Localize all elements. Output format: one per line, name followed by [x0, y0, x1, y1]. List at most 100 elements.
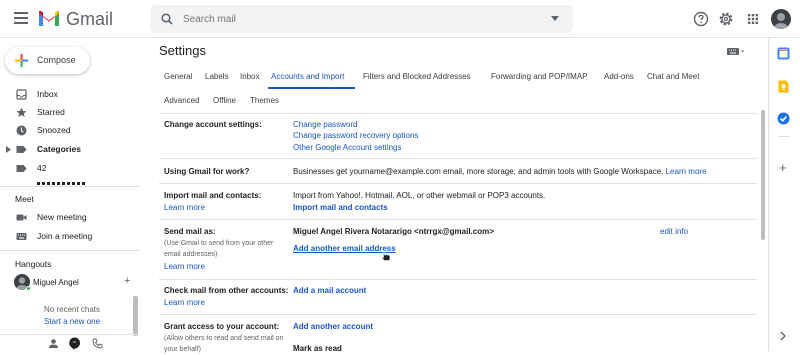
send-as-sub2: email addresses)	[164, 251, 218, 258]
send-as-label: Send mail as:	[164, 227, 216, 236]
tab-advanced[interactable]: Advanced	[164, 96, 200, 105]
settings-gear-icon[interactable]	[717, 10, 735, 28]
nav-divider	[0, 334, 140, 335]
add-mail-account-link[interactable]: Add a mail account	[293, 286, 366, 295]
hangouts-chat-icon[interactable]: "	[68, 337, 81, 350]
add-chat-icon[interactable]: +	[124, 275, 130, 287]
hangouts-user-name[interactable]: Miguel Angel	[33, 278, 79, 287]
clock-icon	[16, 125, 27, 136]
help-icon[interactable]	[692, 10, 710, 28]
tab-general[interactable]: General	[164, 72, 192, 81]
change-recovery-link[interactable]: Change password recovery options	[293, 131, 418, 140]
sidebar-item-starred[interactable]: Starred	[0, 103, 140, 121]
import-learn-more-link[interactable]: Learn more	[164, 203, 205, 212]
tab-themes[interactable]: Themes	[250, 96, 279, 105]
row-divider	[159, 314, 757, 315]
calendar-icon[interactable]	[777, 47, 790, 60]
main-scrollbar-thumb[interactable]	[761, 110, 765, 240]
row-divider	[159, 183, 757, 184]
add-addon-icon[interactable]: +	[779, 160, 787, 175]
main-menu-icon[interactable]	[14, 12, 28, 24]
tab-add-ons[interactable]: Add-ons	[604, 72, 634, 81]
input-tools-icon[interactable]	[727, 48, 745, 55]
sidebar-item-label: Starred	[37, 107, 65, 117]
hangouts-section-title: Hangouts	[15, 259, 52, 269]
apps-grid-icon[interactable]	[744, 10, 762, 28]
tab-accounts-and-import[interactable]: Accounts and Import	[271, 72, 344, 81]
sidebar-item-label: 42	[37, 163, 47, 173]
keep-icon[interactable]	[777, 80, 790, 93]
tasks-icon[interactable]	[777, 112, 790, 125]
tab-inbox[interactable]: Inbox	[240, 72, 260, 81]
sidebar-item-42[interactable]: 42	[0, 159, 140, 177]
tab-labels[interactable]: Labels	[205, 72, 229, 81]
row-divider	[159, 219, 757, 220]
no-chats-text: No recent chats	[44, 305, 101, 314]
gmail-logo-icon[interactable]	[38, 10, 60, 27]
sidebar-item-categories[interactable]: Categories	[0, 140, 140, 158]
join-meeting-item[interactable]: Join a meeting	[0, 227, 140, 245]
add-another-account-link[interactable]: Add another account	[293, 322, 373, 331]
compose-plus-icon	[15, 54, 28, 67]
tab-filters[interactable]: Filters and Blocked Addresses	[363, 72, 471, 81]
sidebar-item-label: Categories	[37, 144, 81, 154]
app-name[interactable]: Gmail	[66, 9, 113, 30]
online-status-dot	[26, 286, 31, 291]
search-icon[interactable]	[161, 13, 173, 25]
join-meeting-label: Join a meeting	[37, 231, 93, 241]
expand-arrow-icon[interactable]	[6, 146, 11, 153]
hand-cursor-icon	[381, 250, 391, 261]
start-new-chat-link[interactable]: Start a new one	[44, 317, 100, 326]
inbox-icon	[16, 89, 27, 100]
import-label: Import mail and contacts:	[164, 191, 262, 200]
page-title: Settings	[159, 43, 206, 58]
keyboard-icon	[16, 233, 27, 240]
account-avatar[interactable]	[771, 9, 791, 29]
work-label: Using Gmail for work?	[164, 167, 250, 176]
mark-as-read-option[interactable]: Mark as read	[293, 344, 342, 353]
sidebar-item-inbox[interactable]: Inbox	[0, 85, 140, 103]
grant-access-sub1: (Allow others to read and send mail on	[164, 335, 284, 342]
expand-panel-icon[interactable]	[779, 331, 787, 341]
import-description: Import from Yahoo!, Hotmail, AOL, or oth…	[293, 191, 546, 200]
sidebar-item-label: Inbox	[37, 89, 58, 99]
label-icon	[16, 146, 27, 153]
other-account-settings-link[interactable]: Other Google Account settings	[293, 143, 402, 152]
sidebar-item-label: Snoozed	[37, 125, 71, 135]
send-as-learn-more-link[interactable]: Learn more	[164, 262, 205, 271]
new-meeting-label: New meeting	[37, 212, 87, 222]
tab-chat-and-meet[interactable]: Chat and Meet	[647, 72, 699, 81]
contacts-icon[interactable]	[48, 338, 59, 349]
row-divider	[159, 158, 757, 159]
work-learn-more-link[interactable]: Learn more	[666, 167, 707, 176]
tab-offline[interactable]: Offline	[213, 96, 236, 105]
nav-divider	[0, 186, 140, 187]
check-mail-learn-more-link[interactable]: Learn more	[164, 298, 205, 307]
label-icon	[16, 165, 27, 172]
search-bar[interactable]	[150, 5, 573, 33]
tab-forwarding[interactable]: Forwarding and POP/IMAP	[491, 72, 587, 81]
meet-section-title: Meet	[15, 194, 34, 204]
compose-button[interactable]: Compose	[5, 47, 90, 74]
top-bar: Gmail	[0, 0, 800, 38]
work-text: Businesses get yourname@example.com emai…	[293, 167, 707, 176]
search-input[interactable]	[183, 10, 533, 28]
grant-access-sub2: your behalf)	[164, 346, 201, 353]
svg-text:": "	[73, 340, 76, 348]
left-scrollbar[interactable]	[133, 296, 138, 336]
clipped-nav-item	[37, 182, 87, 185]
active-tab-indicator	[268, 87, 355, 89]
send-as-sub1: (Use Gmail to send from your other	[164, 240, 274, 247]
change-password-link[interactable]: Change password	[293, 120, 357, 129]
rail-divider	[778, 136, 790, 137]
send-as-identity: Miguel Angel Rivera Notararigo <ntrrgx@g…	[293, 227, 494, 236]
phone-icon[interactable]	[92, 338, 103, 349]
sidebar-item-snoozed[interactable]: Snoozed	[0, 121, 140, 139]
search-options-icon[interactable]	[551, 16, 559, 21]
new-meeting-item[interactable]: New meeting	[0, 208, 140, 226]
row-divider	[159, 279, 757, 280]
video-camera-icon	[16, 214, 27, 221]
edit-info-link[interactable]: edit info	[660, 227, 688, 236]
import-mail-contacts-link[interactable]: Import mail and contacts	[293, 203, 388, 212]
star-icon	[16, 107, 27, 117]
